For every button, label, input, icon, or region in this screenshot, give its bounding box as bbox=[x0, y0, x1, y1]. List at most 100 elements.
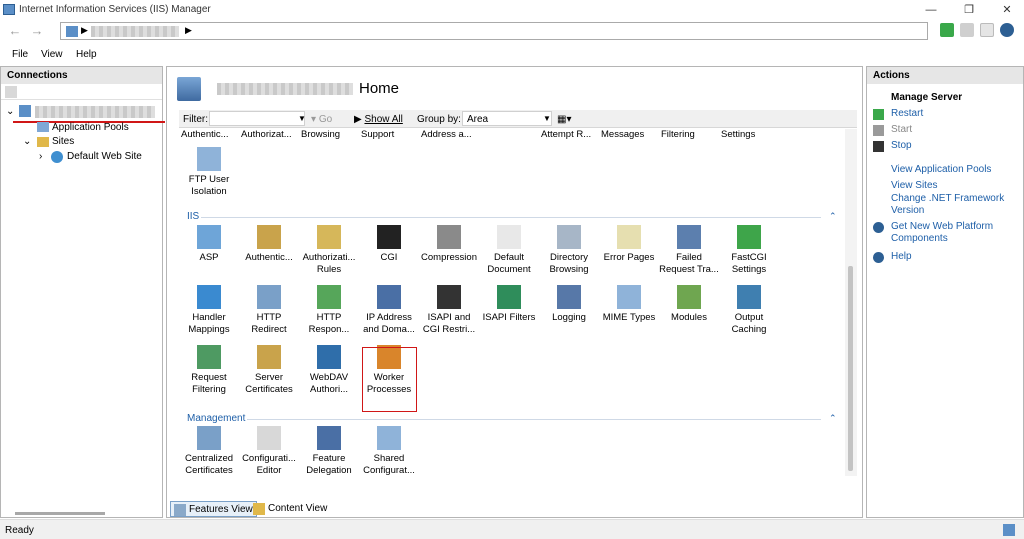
feature-item[interactable]: Output Caching bbox=[719, 285, 779, 336]
action-change-net-framework-version[interactable]: Change .NET Framework Version bbox=[891, 193, 1017, 217]
breadcrumb-arrow-icon[interactable]: ▶ bbox=[81, 25, 88, 36]
filter-input[interactable] bbox=[209, 111, 305, 126]
feature-item[interactable]: HTTP Redirect bbox=[239, 285, 299, 336]
feature-label-partial[interactable]: Messages bbox=[601, 129, 644, 140]
collapse-iis-icon[interactable]: ⌃ bbox=[829, 211, 837, 222]
view-mode-icon[interactable]: ▦▾ bbox=[557, 114, 571, 125]
breadcrumb-arrow-icon[interactable]: ▶ bbox=[185, 25, 192, 36]
feature-icon bbox=[677, 225, 701, 249]
horizontal-scrollbar[interactable] bbox=[15, 512, 105, 515]
action-view-sites[interactable]: View Sites bbox=[891, 180, 1017, 192]
group-separator bbox=[247, 419, 821, 420]
feature-icon bbox=[257, 345, 281, 369]
actions-header: Actions bbox=[867, 67, 1023, 84]
feature-item[interactable]: Server Certificates bbox=[239, 345, 299, 396]
server-status-icon bbox=[1003, 524, 1015, 536]
features-view-tab[interactable]: Features View bbox=[170, 501, 257, 517]
feature-item[interactable]: Logging bbox=[539, 285, 599, 324]
show-all-button[interactable]: ▶ Show All bbox=[354, 114, 403, 125]
collapse-management-icon[interactable]: ⌃ bbox=[829, 413, 837, 424]
content-view-tab[interactable]: Content View bbox=[250, 501, 330, 517]
tree-expand-icon[interactable]: ⌄ bbox=[23, 136, 31, 147]
group-iis: IIS bbox=[187, 211, 200, 222]
globe-icon bbox=[51, 151, 63, 163]
minimize-icon[interactable]: — bbox=[914, 0, 948, 20]
management-feature-item[interactable]: Feature Delegation bbox=[299, 426, 359, 476]
filter-dropdown-icon[interactable]: ▼ bbox=[298, 114, 306, 123]
refresh-icon[interactable] bbox=[940, 23, 954, 37]
management-feature-item[interactable]: Configurati... Editor bbox=[239, 426, 299, 476]
feature-label-partial[interactable]: Attempt R... bbox=[541, 129, 591, 140]
feature-label-partial[interactable]: Filtering bbox=[661, 129, 695, 140]
close-icon[interactable]: ✕ bbox=[990, 0, 1024, 20]
help-icon[interactable] bbox=[1000, 23, 1014, 37]
tree-collapse-icon[interactable]: › bbox=[39, 151, 42, 162]
feature-label-partial[interactable]: Authorizat... bbox=[241, 129, 292, 140]
menu-help[interactable]: Help bbox=[76, 49, 97, 60]
feature-icon bbox=[197, 285, 221, 309]
feature-item[interactable]: Modules bbox=[659, 285, 719, 324]
feature-item[interactable]: MIME Types bbox=[599, 285, 659, 324]
action-get-new-web-platform-components[interactable]: Get New Web Platform Components bbox=[891, 221, 1017, 245]
stop-icon[interactable] bbox=[960, 23, 974, 37]
back-icon[interactable]: ← bbox=[6, 23, 24, 39]
tree-item-sites[interactable]: Sites bbox=[52, 136, 74, 147]
redacted-server-node[interactable] bbox=[35, 106, 155, 118]
feature-label-partial[interactable]: Authentic... bbox=[181, 129, 229, 140]
action-view-application-pools[interactable]: View Application Pools bbox=[891, 164, 1017, 176]
feature-item[interactable]: FastCGI Settings bbox=[719, 225, 779, 276]
feature-item[interactable]: Default Document bbox=[479, 225, 539, 276]
feature-ftp-user-isolation[interactable]: FTP User Isolation bbox=[179, 147, 239, 198]
menu-file[interactable]: File bbox=[12, 49, 28, 60]
home-nav-icon[interactable] bbox=[980, 23, 994, 37]
action-help[interactable]: Help bbox=[891, 251, 1017, 263]
feature-label: Feature Delegation bbox=[306, 453, 352, 476]
feature-label: Default Document bbox=[487, 252, 531, 275]
feature-icon bbox=[557, 225, 581, 249]
action-restart[interactable]: Restart bbox=[891, 108, 1017, 120]
feature-item[interactable]: Error Pages bbox=[599, 225, 659, 264]
feature-item[interactable]: Directory Browsing bbox=[539, 225, 599, 276]
forward-icon[interactable]: → bbox=[28, 23, 46, 39]
feature-icon bbox=[377, 285, 401, 309]
connections-header: Connections bbox=[1, 67, 162, 84]
vertical-scrollbar[interactable] bbox=[845, 129, 857, 476]
features-content: Authentic... Authorizat... Browsing Support… bbox=[179, 129, 845, 476]
feature-item[interactable]: HTTP Respon... bbox=[299, 285, 359, 336]
feature-icon bbox=[377, 426, 401, 450]
feature-item[interactable]: Authorizati... Rules bbox=[299, 225, 359, 276]
sites-folder-icon bbox=[37, 137, 49, 147]
feature-label-partial[interactable]: Settings bbox=[721, 129, 755, 140]
feature-label-partial[interactable]: Support bbox=[361, 129, 394, 140]
action-start[interactable]: Start bbox=[891, 124, 1017, 136]
tree-item-application-pools[interactable]: Application Pools bbox=[52, 122, 129, 133]
action-stop[interactable]: Stop bbox=[891, 140, 1017, 152]
feature-item[interactable]: Authentic... bbox=[239, 225, 299, 264]
feature-icon bbox=[617, 225, 641, 249]
feature-item[interactable]: Compression bbox=[419, 225, 479, 264]
feature-label-partial[interactable]: Browsing bbox=[301, 129, 340, 140]
feature-item[interactable]: Handler Mappings bbox=[179, 285, 239, 336]
address-field[interactable]: ▶ ▶ bbox=[60, 22, 928, 40]
feature-item[interactable]: IP Address and Doma... bbox=[359, 285, 419, 336]
feature-item[interactable]: CGI bbox=[359, 225, 419, 264]
management-feature-item[interactable]: Shared Configurat... bbox=[359, 426, 419, 476]
tree-item-default-web-site[interactable]: Default Web Site bbox=[67, 151, 142, 162]
feature-icon bbox=[497, 225, 521, 249]
feature-item[interactable]: WebDAV Authori... bbox=[299, 345, 359, 396]
group-by-select[interactable]: Area ▼ bbox=[462, 111, 552, 126]
connect-icon[interactable] bbox=[5, 86, 17, 98]
restore-icon[interactable]: ❐ bbox=[952, 0, 986, 20]
feature-item[interactable]: ASP bbox=[179, 225, 239, 264]
menu-view[interactable]: View bbox=[41, 49, 63, 60]
feature-item[interactable]: ISAPI and CGI Restri... bbox=[419, 285, 479, 336]
tree-expand-icon[interactable]: ⌄ bbox=[6, 106, 14, 117]
feature-item[interactable]: Failed Request Tra... bbox=[659, 225, 719, 276]
feature-item[interactable]: ISAPI Filters bbox=[479, 285, 539, 324]
scroll-thumb[interactable] bbox=[848, 266, 853, 471]
feature-label-partial[interactable]: Address a... bbox=[421, 129, 472, 140]
management-feature-item[interactable]: Centralized Certificates bbox=[179, 426, 239, 476]
go-button[interactable]: ▾ Go bbox=[311, 114, 332, 125]
feature-icon bbox=[437, 285, 461, 309]
feature-item[interactable]: Request Filtering bbox=[179, 345, 239, 396]
